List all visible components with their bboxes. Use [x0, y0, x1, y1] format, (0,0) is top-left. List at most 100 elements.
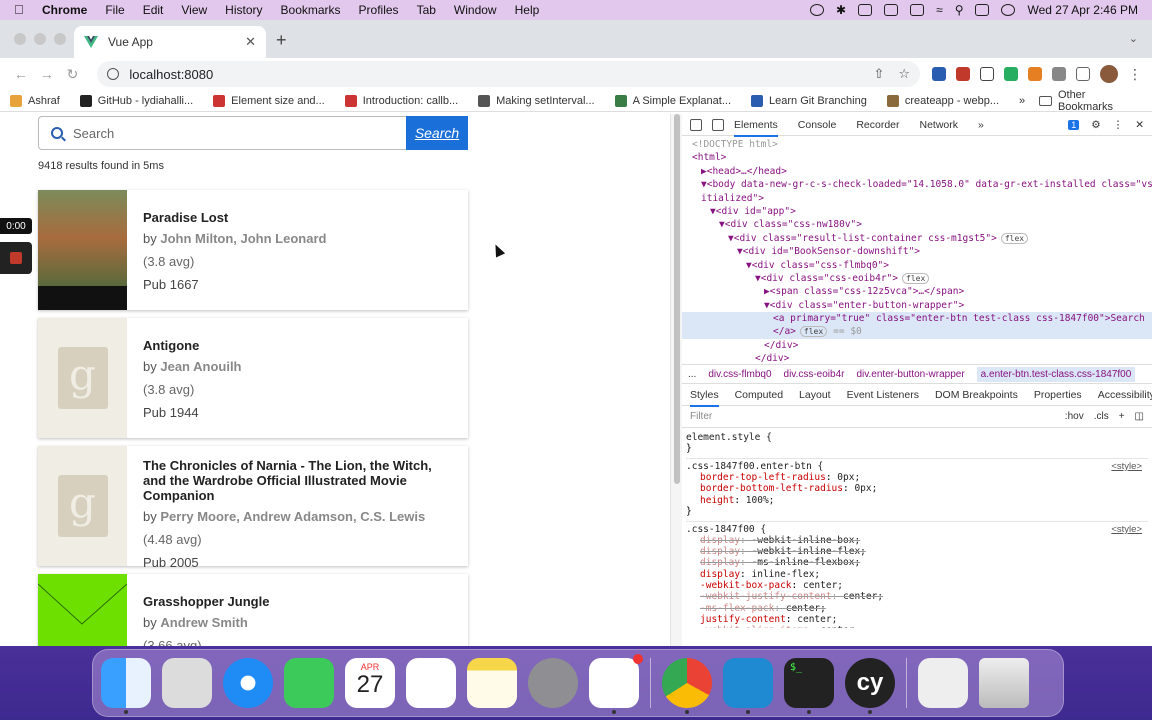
battery-icon[interactable]	[884, 4, 899, 16]
pdf-document-icon[interactable]	[918, 658, 968, 708]
css-value[interactable]: center;	[797, 614, 837, 625]
cypress-icon[interactable]: cy	[845, 658, 895, 714]
bookmark-making-setinterval[interactable]: Making setInterval...	[478, 94, 595, 107]
finder-icon[interactable]	[101, 658, 151, 714]
extension-5-icon[interactable]	[1028, 67, 1042, 81]
devtools-more-tabs[interactable]: »	[978, 119, 984, 131]
close-tab-icon[interactable]: ✕	[245, 34, 256, 50]
chrome-icon[interactable]	[662, 658, 712, 714]
css-property[interactable]: border-top-left-radius	[700, 472, 826, 483]
add-rule-icon[interactable]: +	[1119, 411, 1125, 422]
terminal-icon[interactable]: $_	[784, 658, 834, 714]
css-value[interactable]: center;	[803, 580, 843, 591]
breadcrumb-item-active[interactable]: a.enter-btn.test-class.css-1847f00	[976, 366, 1136, 382]
dom-node-line[interactable]: ▼<div class="enter-button-wrapper">	[682, 299, 1152, 312]
dom-node-line[interactable]: </div>	[682, 339, 1152, 352]
css-rule[interactable]: .css-1847f00 {<style> display: -webkit-in…	[686, 522, 1148, 628]
menu-edit[interactable]: Edit	[143, 3, 164, 17]
bluetooth-icon[interactable]: ✱	[836, 3, 846, 17]
apple-menu-icon[interactable]: 	[14, 3, 28, 17]
css-declaration[interactable]: border-bottom-left-radius: 0px;	[686, 483, 1148, 494]
launchpad-icon[interactable]	[162, 658, 212, 708]
css-declaration[interactable]: height: 100%;	[686, 495, 1148, 506]
scrollbar-thumb[interactable]	[674, 114, 680, 484]
menu-window[interactable]: Window	[454, 3, 497, 17]
dom-node-line[interactable]: ▼<div id="app">	[682, 205, 1152, 218]
flex-badge[interactable]: flex	[902, 272, 930, 284]
subtab-dom-breakpoints[interactable]: DOM Breakpoints	[935, 389, 1018, 401]
css-value[interactable]: 0px;	[854, 483, 877, 494]
subtab-event-listeners[interactable]: Event Listeners	[847, 389, 919, 401]
dom-node-line[interactable]: ▼<div class="css-eoib4r"> flex	[682, 272, 1152, 285]
breadcrumb-overflow[interactable]: ...	[688, 369, 696, 380]
site-info-icon[interactable]	[107, 68, 120, 80]
css-property[interactable]: height	[700, 495, 734, 506]
gear-status-icon[interactable]	[810, 4, 825, 16]
subtab-styles[interactable]: Styles	[690, 389, 719, 407]
dom-node-line[interactable]: ▼<div id="BookSensor-downshift">	[682, 245, 1152, 258]
dom-node-line[interactable]: ▶<head>…</head>	[682, 165, 1152, 178]
minimize-window-button[interactable]	[34, 33, 46, 45]
inspect-element-icon[interactable]	[690, 118, 702, 131]
css-declaration[interactable]: -webkit-align-items: center;	[686, 625, 1148, 628]
css-property[interactable]: display	[700, 557, 740, 568]
dom-tree[interactable]: <!DOCTYPE html> <html> ▶<head>…</head> ▼<bo…	[682, 136, 1152, 364]
subtab-layout[interactable]: Layout	[799, 389, 831, 401]
bookmark-simple-explanation[interactable]: A Simple Explanat...	[614, 94, 731, 107]
facetime-icon[interactable]	[284, 658, 334, 708]
menu-help[interactable]: Help	[515, 3, 540, 17]
css-value[interactable]: -webkit-inline-flex;	[752, 546, 866, 557]
css-property[interactable]: border-bottom-left-radius	[700, 483, 843, 494]
css-rule[interactable]: .css-1847f00.enter-btn {<style> border-to…	[686, 459, 1148, 522]
issues-badge[interactable]: 1	[1068, 119, 1080, 130]
bookmark-element-size[interactable]: Element size and...	[213, 94, 325, 107]
css-declaration[interactable]: justify-content: center;	[686, 614, 1148, 625]
css-rule[interactable]: element.style {}	[686, 430, 1148, 459]
back-icon[interactable]: ←	[10, 66, 32, 82]
extension-4-icon[interactable]	[1004, 67, 1018, 81]
notes-icon[interactable]	[467, 658, 517, 708]
breadcrumb-item[interactable]: div.enter-button-wrapper	[856, 369, 964, 380]
bookmark-introduction-callbacks[interactable]: Introduction: callb...	[344, 94, 458, 107]
css-value[interactable]: center;	[820, 625, 860, 628]
devtools-menu-icon[interactable]: ⋮	[1113, 119, 1124, 131]
dom-node-line[interactable]: <html>	[682, 151, 1152, 164]
browser-tab-active[interactable]: Vue App ✕	[74, 26, 266, 58]
search-button[interactable]: Search	[406, 116, 468, 150]
styles-pane[interactable]: element.style {} .css-1847f00.enter-btn {…	[682, 428, 1152, 628]
forward-icon[interactable]: →	[36, 66, 58, 82]
keyboard-icon[interactable]	[858, 4, 873, 16]
tab-recorder[interactable]: Recorder	[856, 119, 899, 131]
dom-node-line[interactable]: ▼<div class="css-nw180v">	[682, 218, 1152, 231]
book-card[interactable]: g Antigone by Jean Anouilh (3.8 avg) Pub…	[38, 318, 468, 438]
css-selector[interactable]: .css-1847f00 {	[686, 524, 1148, 535]
dom-node-line[interactable]: </a> flex == $0	[682, 325, 1152, 339]
css-property[interactable]: -webkit-justify-content	[700, 591, 832, 602]
new-tab-button[interactable]: +	[276, 30, 287, 51]
flex-badge[interactable]: flex	[799, 326, 828, 338]
vscode-icon[interactable]	[723, 658, 773, 714]
css-declaration[interactable]: border-top-left-radius: 0px;	[686, 472, 1148, 483]
css-selector[interactable]: .css-1847f00.enter-btn {	[686, 461, 1148, 472]
css-property[interactable]: display	[700, 569, 740, 580]
book-card[interactable]: g The Chronicles of Narnia - The Lion, t…	[38, 446, 468, 570]
bookmark-github[interactable]: GitHub - lydiahalli...	[79, 94, 193, 107]
book-card[interactable]: Paradise Lost by John Milton, John Leona…	[38, 190, 468, 310]
css-declaration[interactable]: display: inline-flex;	[686, 569, 1148, 580]
breadcrumb-item[interactable]: div.css-flmbq0	[708, 369, 771, 380]
subtab-properties[interactable]: Properties	[1034, 389, 1082, 401]
css-value[interactable]: center;	[843, 591, 883, 602]
computed-sidebar-icon[interactable]: ◫	[1135, 411, 1144, 422]
extensions-puzzle-icon[interactable]	[1052, 67, 1066, 81]
trash-icon[interactable]	[979, 658, 1029, 708]
css-property[interactable]: -webkit-box-pack	[700, 580, 792, 591]
menu-file[interactable]: File	[105, 3, 124, 17]
styles-filter-input[interactable]: Filter	[690, 411, 712, 422]
menubar-clock[interactable]: Wed 27 Apr 2:46 PM	[1027, 3, 1138, 17]
close-window-button[interactable]	[14, 33, 26, 45]
css-value[interactable]: -ms-inline-flexbox;	[752, 557, 861, 568]
css-declaration[interactable]: -webkit-justify-content: center;	[686, 591, 1148, 602]
siri-icon[interactable]	[1001, 4, 1016, 16]
hov-toggle[interactable]: :hov	[1065, 411, 1084, 422]
extension-1-icon[interactable]	[932, 67, 946, 81]
